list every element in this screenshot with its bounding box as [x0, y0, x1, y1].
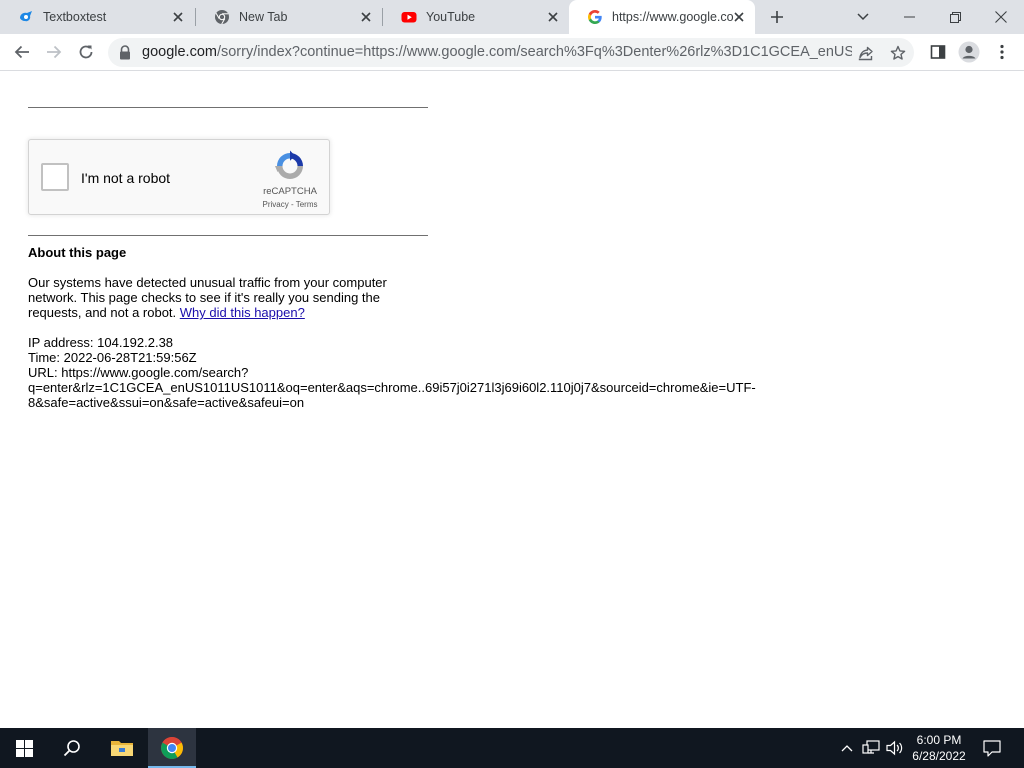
- taskbar: 6:00 PM 6/28/2022: [0, 728, 1024, 768]
- profile-avatar[interactable]: [957, 40, 981, 64]
- reload-button[interactable]: [74, 40, 98, 64]
- restore-button[interactable]: [932, 0, 978, 34]
- timestamp: Time: 2022-06-28T21:59:56Z: [28, 350, 197, 365]
- tab-title: YouTube: [426, 10, 476, 24]
- about-heading: About this page: [28, 245, 127, 260]
- tab-google-sorry[interactable]: https://www.google.co: [569, 0, 755, 34]
- address-bar[interactable]: google.com/sorry/index?continue=https://…: [108, 38, 914, 67]
- browser-toolbar: google.com/sorry/index?continue=https://…: [0, 34, 1024, 71]
- youtube-favicon-icon: [401, 9, 417, 25]
- tab-title: Textboxtest: [43, 10, 107, 24]
- url-text[interactable]: google.com/sorry/index?continue=https://…: [142, 44, 852, 60]
- minimize-button[interactable]: [886, 0, 932, 34]
- back-button[interactable]: [10, 40, 34, 64]
- chrome-favicon-icon: [214, 9, 230, 25]
- recaptcha-links: Privacy - Terms: [253, 200, 327, 209]
- recaptcha-label: I'm not a robot: [81, 170, 171, 186]
- forward-button[interactable]: [42, 40, 66, 64]
- start-button[interactable]: [0, 728, 48, 768]
- notifications-icon[interactable]: [982, 739, 1002, 757]
- chrome-taskbar-button[interactable]: [148, 728, 196, 768]
- lock-icon[interactable]: [118, 45, 132, 60]
- clock-date: 6/28/2022: [912, 749, 966, 763]
- close-window-button[interactable]: [978, 0, 1024, 34]
- close-tab-icon[interactable]: [170, 9, 186, 25]
- tab-new-tab[interactable]: New Tab: [196, 0, 382, 34]
- ip-address: IP address: 104.192.2.38: [28, 335, 174, 350]
- request-info: IP address: 104.192.2.38 Time: 2022-06-2…: [28, 335, 788, 410]
- recaptcha-widget: I'm not a robot reCAPTCHA Privacy - Term…: [28, 139, 330, 215]
- divider: [28, 107, 428, 108]
- search-icon: [63, 740, 80, 757]
- request-url-line: 8&safe=active&ssui=on&safe=active&safeui…: [28, 395, 305, 410]
- privacy-link[interactable]: Privacy: [263, 200, 289, 209]
- tab-youtube[interactable]: YouTube: [383, 0, 569, 34]
- divider: [28, 235, 428, 236]
- recaptcha-brand: reCAPTCHA: [263, 186, 317, 197]
- search-button[interactable]: [48, 728, 96, 768]
- link-separator: -: [288, 200, 296, 209]
- show-hidden-icons[interactable]: [838, 740, 856, 756]
- new-tab-button[interactable]: [766, 6, 788, 28]
- tab-search-button[interactable]: [840, 0, 886, 34]
- tab-strip: Textboxtest New Tab YouTube https://www.…: [0, 0, 1024, 34]
- request-url-line: q=enter&rlz=1C1GCEA_enUS1011US1011&oq=en…: [28, 380, 756, 395]
- unusual-traffic-message: Our systems have detected unusual traffi…: [28, 275, 418, 320]
- google-favicon-icon: [587, 9, 603, 25]
- textboxtest-favicon-icon: [18, 9, 34, 25]
- close-tab-icon[interactable]: [358, 9, 374, 25]
- url-path: /sorry/index?continue=https://www.google…: [216, 44, 852, 60]
- share-icon[interactable]: [856, 43, 876, 63]
- windows-logo-icon: [15, 739, 33, 757]
- volume-icon[interactable]: [886, 740, 904, 756]
- chrome-icon: [161, 737, 183, 759]
- taskbar-clock[interactable]: 6:00 PM 6/28/2022: [904, 732, 974, 764]
- why-link[interactable]: Why did this happen?: [180, 305, 305, 320]
- recaptcha-logo-icon: [274, 150, 306, 182]
- tab-textboxtest[interactable]: Textboxtest: [0, 0, 194, 34]
- recaptcha-checkbox[interactable]: [41, 163, 69, 191]
- terms-link[interactable]: Terms: [296, 200, 318, 209]
- folder-icon: [111, 741, 133, 756]
- file-explorer-button[interactable]: [98, 728, 146, 768]
- chrome-menu-button[interactable]: [990, 40, 1014, 64]
- url-domain: google.com: [142, 44, 217, 60]
- network-icon[interactable]: [862, 740, 880, 756]
- tab-title: New Tab: [239, 10, 288, 24]
- request-url-line: URL: https://www.google.com/search?: [28, 365, 249, 380]
- tab-title: https://www.google.co: [612, 10, 734, 24]
- close-tab-icon[interactable]: [545, 9, 561, 25]
- page-content: I'm not a robot reCAPTCHA Privacy - Term…: [0, 72, 1024, 728]
- close-tab-icon[interactable]: [731, 9, 747, 25]
- bookmark-star-icon[interactable]: [888, 43, 908, 63]
- clock-time: 6:00 PM: [916, 733, 962, 747]
- side-panel-button[interactable]: [926, 40, 950, 64]
